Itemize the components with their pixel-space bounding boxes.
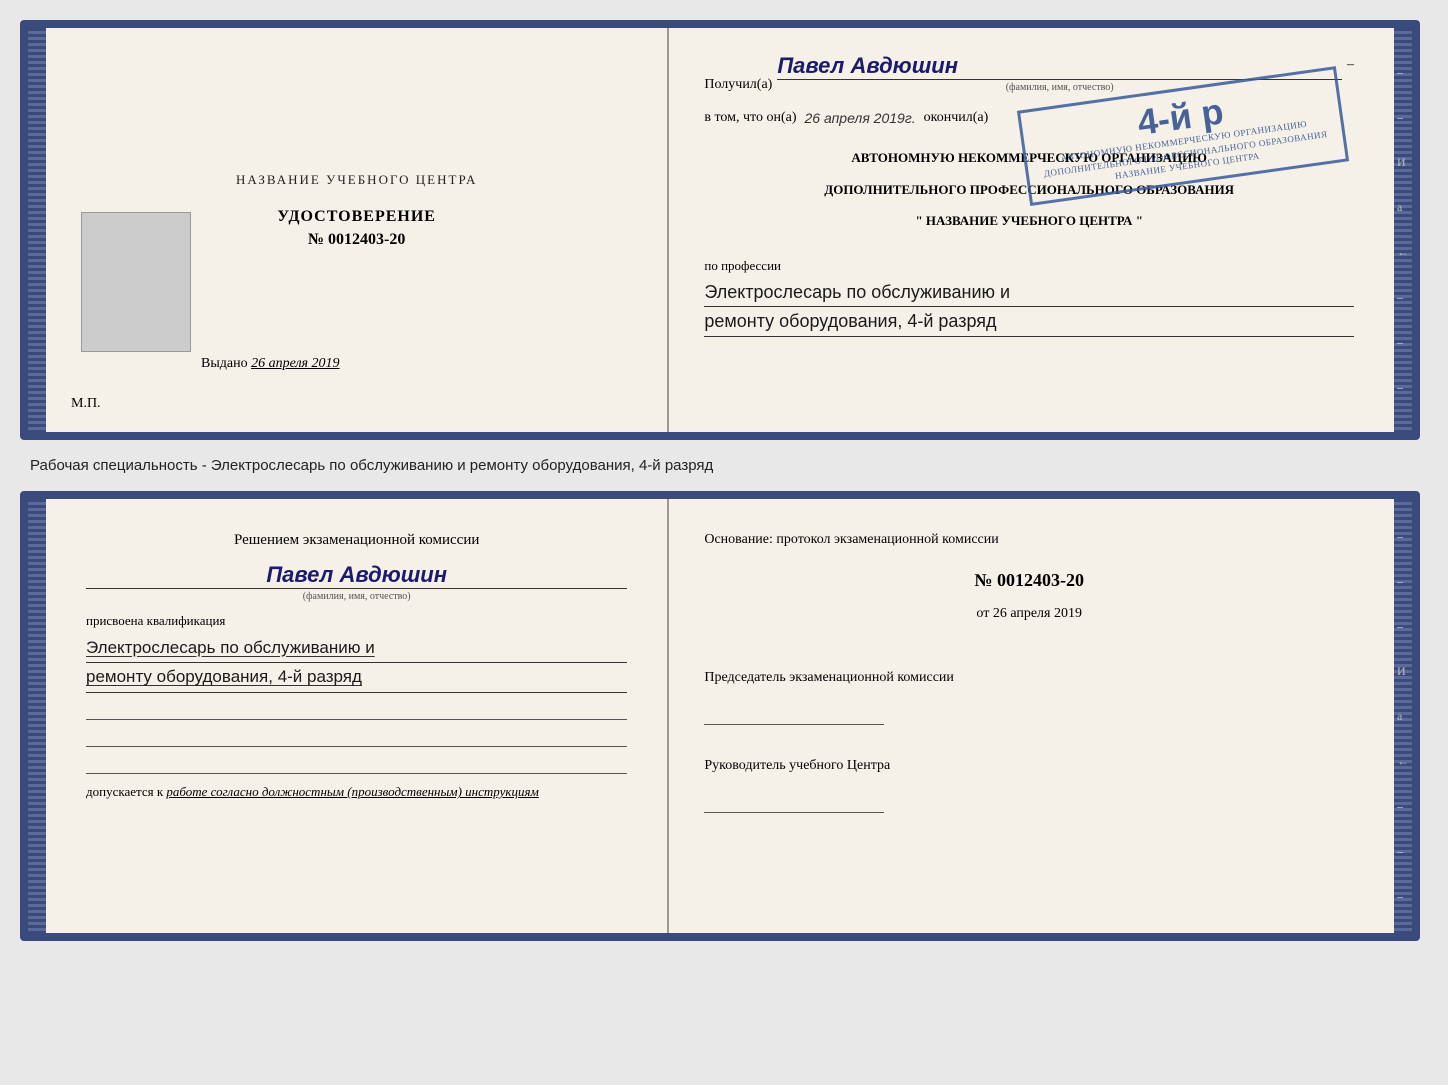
left-spine-top [28,28,46,432]
spine-char-i-bottom: И [1397,664,1409,679]
protocol-date: от 26 апреля 2019 [704,606,1354,622]
person-name-bottom: Павел Авдюшин [86,562,627,589]
bottom-doc-right: Основание: протокол экзаменационной коми… [669,499,1394,933]
in-that-label: в том, что он(а) [704,110,796,126]
profession-label: по профессии [704,258,1354,274]
top-doc-left: НАЗВАНИЕ УЧЕБНОГО ЦЕНТРА УДОСТОВЕРЕНИЕ №… [46,28,669,432]
decision-title: Решением экзаменационной комиссии [86,529,627,552]
top-doc-right: Получил(а) Павел Авдюшин (фамилия, имя, … [669,28,1394,432]
allowed-text: допускается к работе согласно должностны… [86,784,539,800]
mp-label: М.П. [71,396,101,412]
chairman-label: Председатель экзаменационной комиссии [704,667,1354,688]
spine-char-a: а [1397,200,1409,215]
finished-label: окончил(а) [924,110,989,126]
protocol-date-value: 26 апреля 2019 [993,606,1082,621]
bottom-doc-left: Решением экзаменационной комиссии Павел … [46,499,669,933]
top-document: НАЗВАНИЕ УЧЕБНОГО ЦЕНТРА УДОСТОВЕРЕНИЕ №… [20,20,1420,440]
date-prefix: от [976,606,989,621]
profession-section: по профессии Электрослесарь по обслужива… [704,258,1354,338]
allowed-italic: работе согласно должностным (производств… [166,784,538,799]
qual-assigned-label: присвоена квалификация [86,613,225,629]
profession-line1: Электрослесарь по обслуживанию и [704,278,1354,308]
director-label: Руководитель учебного Центра [704,755,1354,776]
spine-char-arrow: ← [1397,245,1409,260]
qual-line1: Электрослесарь по обслуживанию и [86,634,627,664]
issued-date: Выдано 26 апреля 2019 [201,356,340,372]
cert-number: № 0012403-20 [308,231,405,249]
protocol-number: № 0012403-20 [704,570,1354,591]
director-signature-line [704,791,884,813]
date-handwritten: 26 апреля 2019г. [805,110,916,126]
org-line3: " НАЗВАНИЕ УЧЕБНОГО ЦЕНТРА " [704,211,1354,231]
right-spine-top: – – И а ← – – – [1394,28,1412,432]
middle-text: Рабочая специальность - Электрослесарь п… [20,452,1428,479]
profession-line2: ремонту оборудования, 4-й разряд [704,307,1354,337]
training-center-title: НАЗВАНИЕ УЧЕБНОГО ЦЕНТРА [236,172,477,188]
spine-char-a-bottom: а [1397,709,1409,724]
basis-label: Основание: протокол экзаменационной коми… [704,529,1354,550]
allowed-label: допускается к [86,784,163,799]
dash-marks-bottom: – – – И а ← – – – [1397,529,1409,904]
fio-label-bottom: (фамилия, имя, отчество) [86,591,627,602]
blank-line-2 [86,725,627,747]
right-spine-bottom: – – – И а ← – – – [1394,499,1412,933]
bottom-document: Решением экзаменационной комиссии Павел … [20,491,1420,941]
photo-placeholder [81,212,191,352]
page-container: НАЗВАНИЕ УЧЕБНОГО ЦЕНТРА УДОСТОВЕРЕНИЕ №… [20,20,1428,941]
dash-marks-top: – – И а ← – – – [1397,65,1409,395]
recipient-name: Павел Авдюшин [777,53,1342,80]
spine-char-arrow-bottom: ← [1397,754,1409,769]
received-label: Получил(а) [704,77,772,93]
spine-char-i: И [1397,155,1409,170]
blank-line-3 [86,752,627,774]
blank-line-1 [86,698,627,720]
issued-date-value: 26 апреля 2019 [251,356,339,371]
left-spine-bottom [28,499,46,933]
chairman-signature-line [704,703,884,725]
cert-label: УДОСТОВЕРЕНИЕ [277,208,436,226]
qual-line2: ремонту оборудования, 4-й разряд [86,663,627,693]
